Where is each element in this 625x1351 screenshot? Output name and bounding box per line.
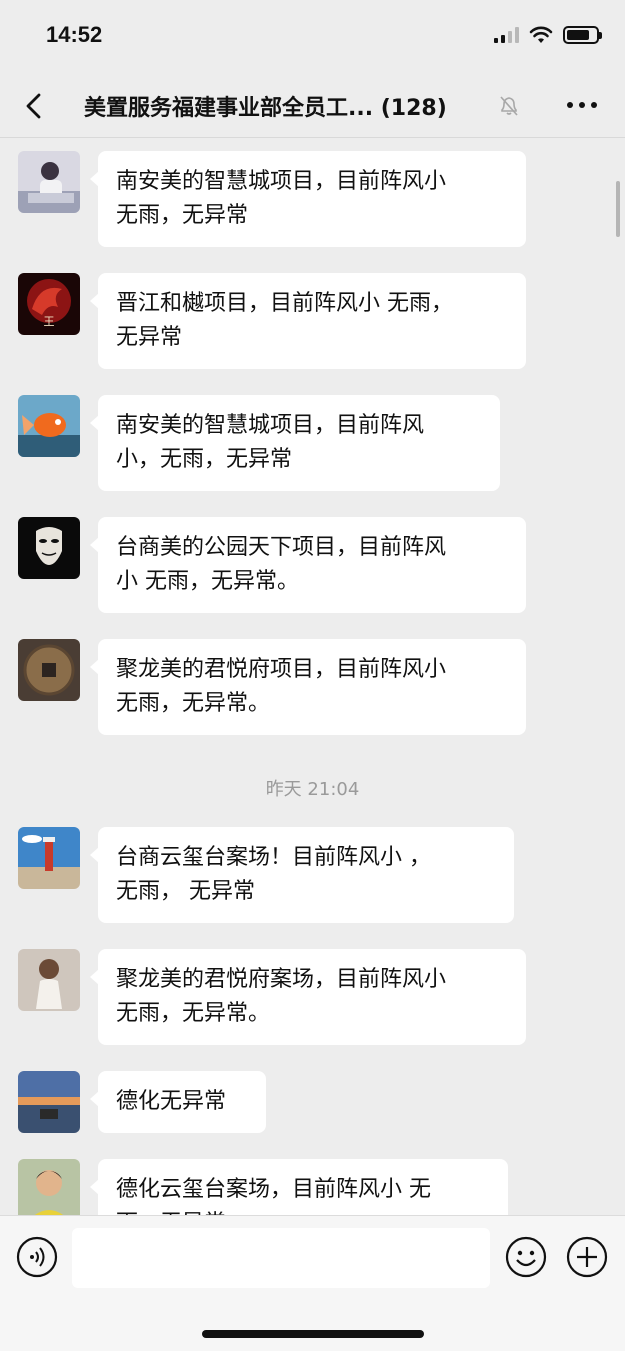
- message-line: 台商美的公园天下项目，目前阵风: [116, 535, 447, 560]
- voice-icon[interactable]: [16, 1236, 58, 1278]
- home-indicator: [202, 1330, 424, 1338]
- message-line: 无雨，无异常: [116, 203, 249, 228]
- message-bubble[interactable]: 聚龙美的君悦府案场，目前阵风小 无雨，无异常。: [90, 949, 526, 1045]
- message-line: 小，无雨，无异常: [116, 447, 293, 472]
- avatar[interactable]: [18, 827, 80, 889]
- message-line: 无雨，无异常。: [116, 691, 271, 716]
- member-count: (128): [380, 96, 447, 121]
- message-bubble[interactable]: 台商云玺台案场！目前阵风小 ， 无雨， 无异常: [90, 827, 514, 923]
- message-input[interactable]: [72, 1228, 490, 1288]
- avatar[interactable]: [18, 949, 80, 1011]
- message-bubble[interactable]: 南安美的智慧城项目，目前阵风小 无雨，无异常: [90, 151, 526, 247]
- message-bubble[interactable]: 南安美的智慧城项目，目前阵风 小，无雨，无异常: [90, 395, 500, 491]
- svg-text:王: 王: [44, 315, 55, 328]
- avatar[interactable]: [18, 151, 80, 213]
- status-icons: [494, 26, 602, 44]
- message-line: 聚龙美的君悦府案场，目前阵风小: [116, 967, 447, 992]
- message-line: 小 无雨，无异常。: [116, 569, 299, 594]
- message-line: 德化云玺台案场，目前阵风小 无: [116, 1177, 431, 1202]
- chat-header: 美置服务福建事业部全员工... (128): [0, 74, 625, 138]
- message-line: 南安美的智慧城项目，目前阵风小: [116, 169, 447, 194]
- wifi-icon: [529, 26, 553, 43]
- avatar[interactable]: 王: [18, 273, 80, 335]
- avatar[interactable]: [18, 639, 80, 701]
- message-line: 无雨，无异常。: [116, 1001, 271, 1026]
- message-line: 德化无异常: [116, 1089, 227, 1114]
- message-list[interactable]: 南安美的智慧城项目，目前阵风小 无雨，无异常 王 晋江和樾项目，目前阵风小 无雨…: [0, 139, 625, 1215]
- message-line: 南安美的智慧城项目，目前阵风: [116, 413, 425, 438]
- group-name: 美置服务福建事业部全员工...: [84, 96, 374, 121]
- message-bubble[interactable]: 德化无异常: [90, 1071, 266, 1133]
- message-line: 聚龙美的君悦府项目，目前阵风小: [116, 657, 447, 682]
- plus-icon[interactable]: [566, 1236, 608, 1278]
- message-line: 雨，无异常: [116, 1207, 490, 1215]
- avatar[interactable]: [18, 395, 80, 457]
- message-bubble[interactable]: 台商美的公园天下项目，目前阵风 小 无雨，无异常。: [90, 517, 526, 613]
- timestamp: 昨天 21:04: [265, 779, 360, 800]
- avatar[interactable]: [18, 517, 80, 579]
- back-icon[interactable]: [22, 92, 48, 120]
- message-bubble[interactable]: 聚龙美的君悦府项目，目前阵风小 无雨，无异常。: [90, 639, 526, 735]
- message-bubble[interactable]: 德化云玺台案场，目前阵风小 无 雨，无异常: [90, 1159, 508, 1215]
- avatar[interactable]: [18, 1159, 80, 1215]
- scrollbar[interactable]: [616, 181, 620, 237]
- message-line: 无异常: [116, 325, 183, 350]
- more-icon[interactable]: [567, 102, 597, 108]
- message-line: 无雨， 无异常: [116, 879, 255, 904]
- avatar[interactable]: [18, 1071, 80, 1133]
- status-bar: 14:52: [0, 0, 625, 74]
- signal-icon: [494, 27, 519, 43]
- status-time: 14:52: [46, 22, 103, 47]
- mute-icon: [500, 96, 518, 116]
- message-line: 晋江和樾项目，目前阵风小 无雨，: [116, 291, 453, 316]
- message-line: 台商云玺台案场！目前阵风小 ，: [116, 845, 431, 870]
- message-bubble[interactable]: 晋江和樾项目，目前阵风小 无雨， 无异常: [90, 273, 526, 369]
- emoji-icon[interactable]: [505, 1236, 547, 1278]
- chat-title: 美置服务福建事业部全员工... (128): [84, 90, 494, 122]
- battery-icon: [563, 26, 602, 44]
